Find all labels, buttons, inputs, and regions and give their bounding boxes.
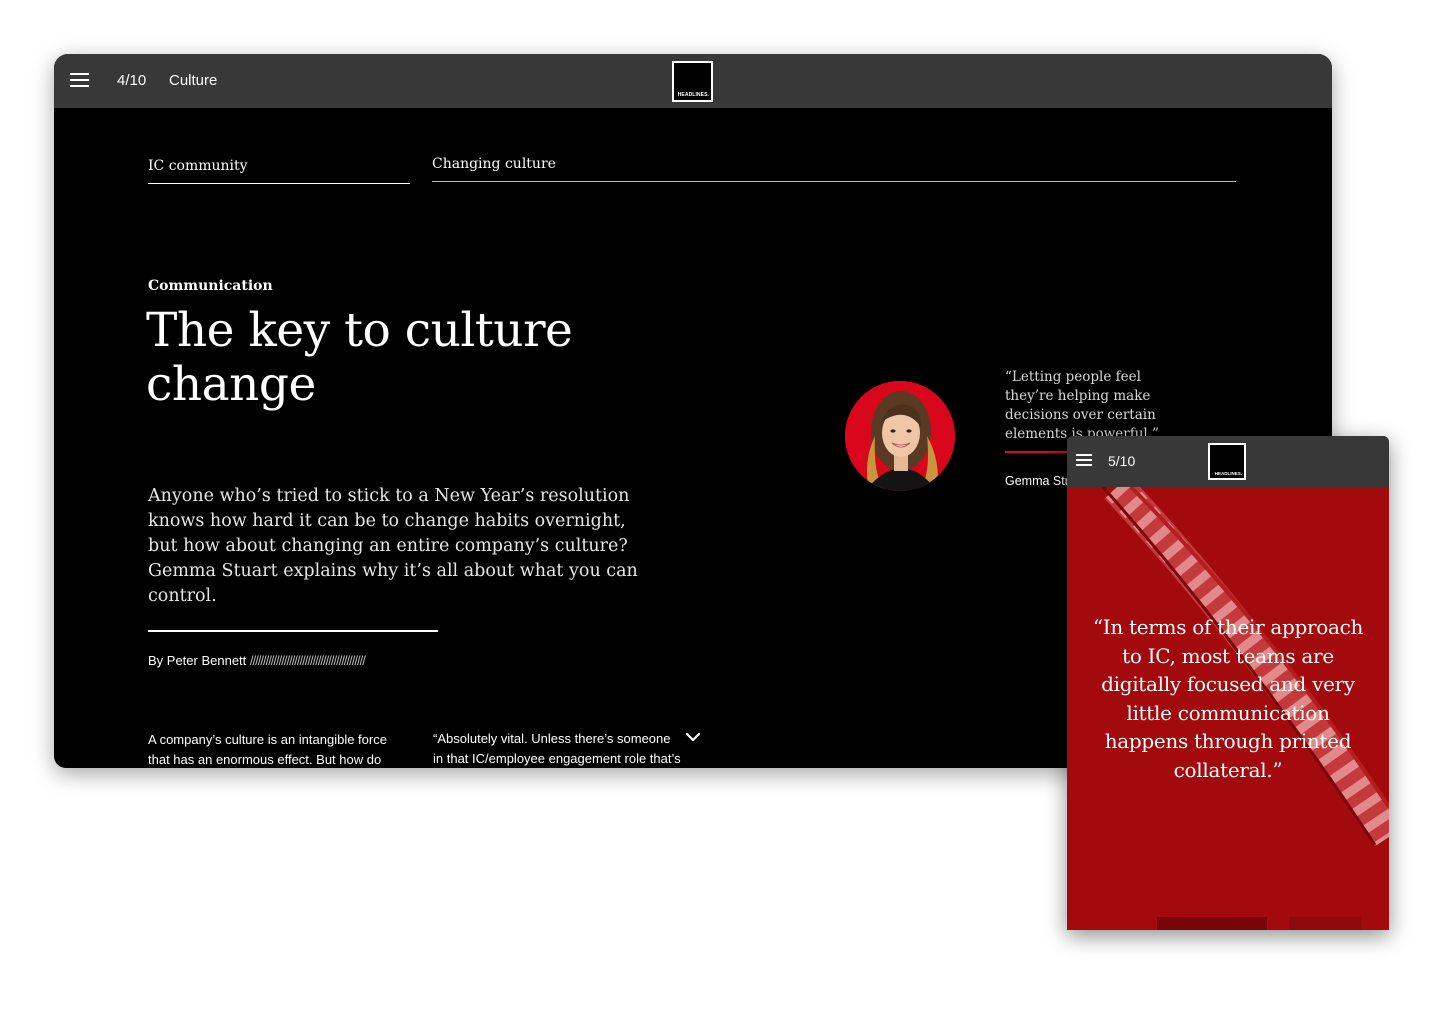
author-portrait	[845, 381, 955, 491]
logo[interactable]: HEADLINES.	[672, 61, 713, 102]
mobile-logo-text: HEADLINES.	[1214, 471, 1242, 476]
mobile-page-count: 5/10	[1108, 453, 1136, 469]
tab-ic-community[interactable]: IC community	[148, 158, 410, 184]
article-title-line-1: The key to culture	[146, 303, 573, 358]
mobile-top-bar: 5/10 HEADLINES.	[1067, 436, 1389, 487]
logo-text: HEADLINES.	[677, 92, 709, 98]
article-title-line-2: change	[146, 357, 316, 412]
top-bar: 4/10 Culture HEADLINES.	[54, 54, 1332, 108]
mobile-screen: 5/10 HEADLINES. “In terms of their appro…	[1067, 436, 1389, 930]
hamburger-icon[interactable]	[70, 73, 89, 89]
intro-divider	[148, 630, 438, 632]
tab-changing-culture[interactable]: Changing culture	[432, 156, 1236, 182]
hamburger-icon[interactable]	[1076, 454, 1092, 467]
section-name[interactable]: Culture	[169, 72, 217, 89]
mobile-quote: “In terms of their approach to IC, most …	[1092, 615, 1364, 782]
pull-quote: “Letting people feel they’re helping mak…	[1005, 369, 1159, 442]
body-column-1: A company’s culture is an intangible for…	[148, 732, 387, 767]
article-kicker: Communication	[148, 278, 273, 294]
mobile-logo[interactable]: HEADLINES.	[1208, 443, 1246, 480]
page-count: 4/10	[117, 72, 147, 89]
chevron-down-icon[interactable]	[684, 728, 702, 746]
byline-author: By Peter Bennett	[148, 653, 247, 668]
byline-decoration: ////////////////////////////////////////…	[249, 653, 366, 668]
body-column-2: “Absolutely vital. Unless there’s someon…	[433, 731, 681, 766]
byline: By Peter Bennett ///////////////////////…	[148, 653, 366, 668]
article-intro: Anyone who’s tried to stick to a New Yea…	[148, 486, 638, 606]
article-title: The key to culture change	[146, 304, 666, 412]
